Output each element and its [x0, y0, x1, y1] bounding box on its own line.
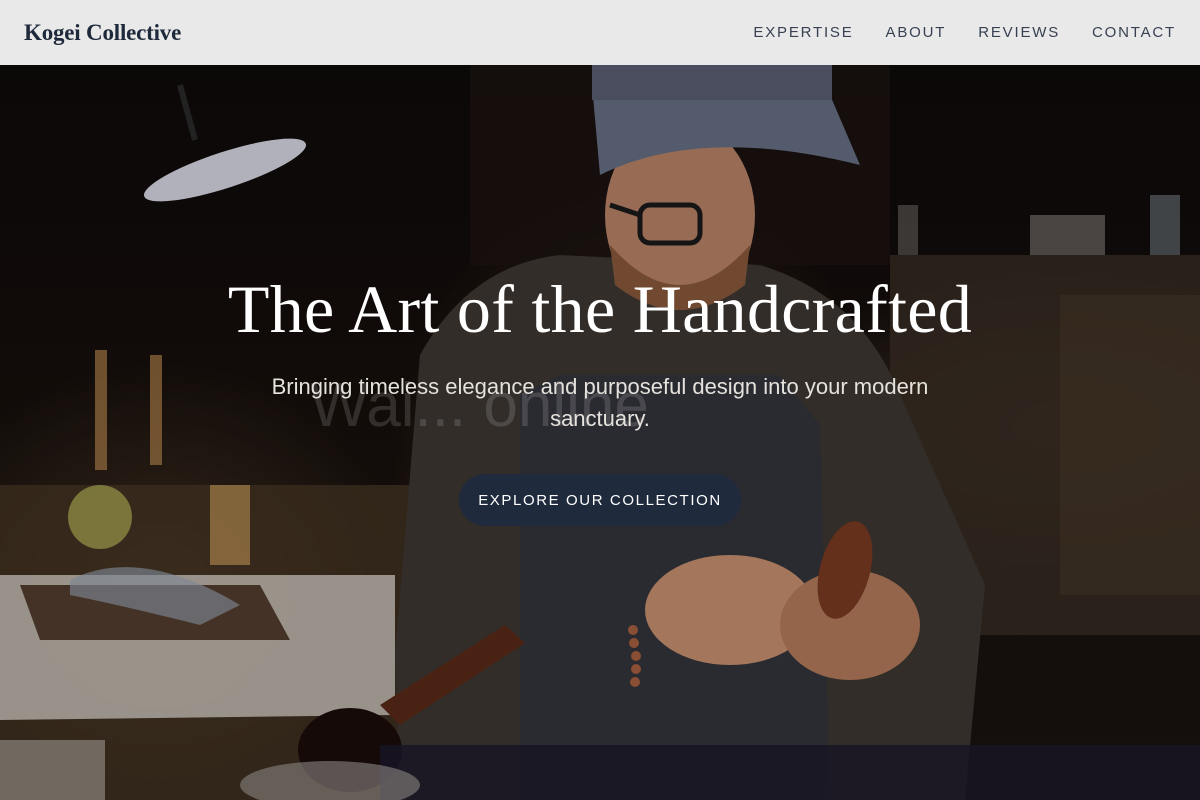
- nav-item-expertise: EXPERTISE: [753, 24, 853, 42]
- brand-logo[interactable]: Kogei Collective: [24, 20, 181, 46]
- main-nav: EXPERTISE ABOUT REVIEWS CONTACT: [753, 24, 1176, 42]
- hero-title: The Art of the Handcrafted: [227, 271, 973, 347]
- nav-link-about[interactable]: ABOUT: [886, 24, 947, 41]
- nav-link-reviews[interactable]: REVIEWS: [978, 24, 1060, 41]
- explore-collection-button[interactable]: EXPLORE OUR COLLECTION: [459, 474, 741, 526]
- site-header: Kogei Collective EXPERTISE ABOUT REVIEWS…: [0, 0, 1200, 65]
- nav-link-contact[interactable]: CONTACT: [1092, 24, 1176, 41]
- nav-item-contact: CONTACT: [1092, 24, 1176, 42]
- nav-link-expertise[interactable]: EXPERTISE: [753, 24, 853, 41]
- nav-item-about: ABOUT: [886, 24, 947, 42]
- hero-section: Wai... online The Art of the Handcrafted…: [0, 65, 1200, 800]
- hero-subtitle: Bringing timeless elegance and purposefu…: [271, 374, 929, 431]
- nav-item-reviews: REVIEWS: [978, 24, 1060, 42]
